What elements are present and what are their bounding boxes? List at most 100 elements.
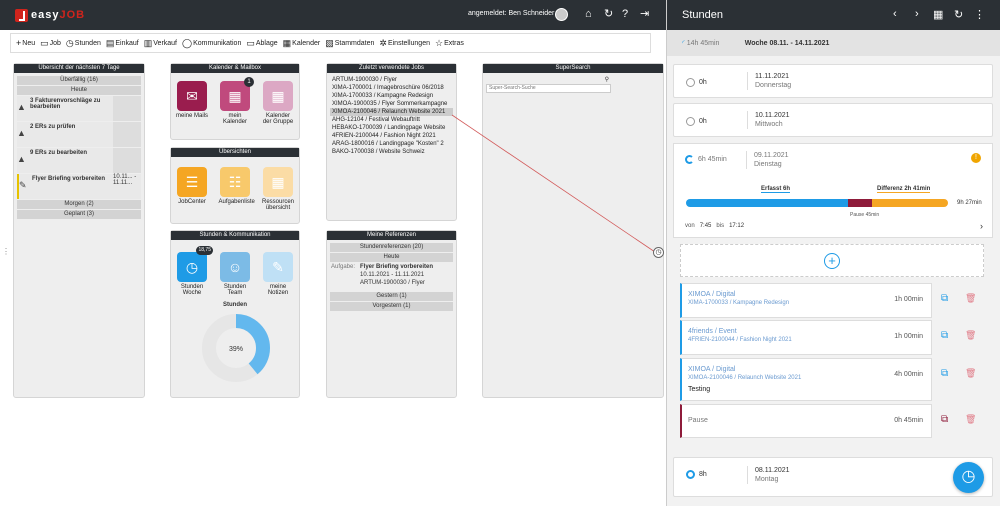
clock-icon: ◷ xyxy=(65,37,74,48)
time-to[interactable]: 17:12 xyxy=(729,223,744,229)
recent-job-item[interactable]: XIMA-1700033 / Kampagne Redesign xyxy=(330,92,453,100)
drag-handle-icon[interactable]: ⋮ xyxy=(2,247,10,256)
time-entry[interactable]: 4friends / Event 4FRIEN-2100044 / Fashion… xyxy=(680,320,932,355)
trash-icon[interactable]: 🗑 xyxy=(965,414,976,425)
day-before-row[interactable]: Vorgestern (1) xyxy=(330,302,453,311)
copy-icon[interactable]: ⧉ xyxy=(941,330,948,341)
copy-icon[interactable]: ⧉ xyxy=(941,368,948,379)
entry-duration: 1h 00min xyxy=(894,333,923,340)
recent-job-item[interactable]: BAKO-1700038 / Website Schweiz xyxy=(330,148,453,156)
supersearch-input[interactable] xyxy=(486,83,611,93)
toolbar-neu-button[interactable]: + Neu xyxy=(16,38,35,48)
refresh-icon[interactable]: ↻ xyxy=(604,8,613,21)
yesterday-row[interactable]: Gestern (1) xyxy=(330,292,453,301)
trash-icon[interactable]: 🗑 xyxy=(965,368,976,379)
stopwatch-icon: ◷ xyxy=(961,468,976,485)
logout-icon[interactable]: ⇥ xyxy=(640,8,649,21)
tasklist-tile[interactable]: ☷ Aufgabenliste xyxy=(219,167,255,211)
day-date: 09.11.2021 xyxy=(754,152,789,159)
toolbar-einkauf-button[interactable]: ▤ Einkauf xyxy=(106,38,139,49)
tomorrow-row[interactable]: Morgen (2) xyxy=(17,200,141,209)
week-range: Woche 08.11. - 14.11.2021 xyxy=(744,39,830,47)
references-title: Meine Referenzen xyxy=(327,231,456,240)
notes-tile[interactable]: ✎ meine Notizen xyxy=(262,252,295,296)
time-entry[interactable]: XIMOA / Digital XIMOA-2100046 / Relaunch … xyxy=(680,358,932,401)
progress-icon: ◜ xyxy=(682,40,685,47)
recent-job-item[interactable]: XIMOA-1900035 / Flyer Sommerkampagne xyxy=(330,100,453,108)
reference-task[interactable]: Aufgabe: Flyer Briefing vorbereiten 10.1… xyxy=(330,263,453,291)
recent-job-item[interactable]: ARAG-1800016 / Landingpage "Kosten" 2 xyxy=(330,140,453,148)
logo-text-suffix: JOB xyxy=(59,9,86,21)
home-icon[interactable]: ⌂ xyxy=(585,8,592,21)
overdue-row[interactable]: Überfällig (16) xyxy=(17,76,141,85)
today-row[interactable]: Heute xyxy=(17,86,141,95)
recent-job-item[interactable]: XIMOA-2100046 / Relaunch Website 2021 xyxy=(330,108,453,116)
toolbar-kalender-button[interactable]: ▦ Kalender xyxy=(283,38,321,49)
logo[interactable]: easyJOB xyxy=(15,8,85,22)
time-from[interactable]: 7:45 xyxy=(700,223,712,229)
ref-today-row[interactable]: Heute xyxy=(330,253,453,262)
recent-job-item[interactable]: XIMA-1700001 / Imagebroschüre 06/2018 xyxy=(330,84,453,92)
stopwatch-button[interactable]: ◷ xyxy=(953,462,984,493)
planned-row[interactable]: Geplant (3) xyxy=(17,210,141,219)
toolbar-label: Ablage xyxy=(255,39,278,47)
sidebar-clock-icon[interactable]: ◷ xyxy=(653,247,664,258)
toolbar-einstellungen-button[interactable]: ✲ Einstellungen xyxy=(379,38,430,49)
top-bar: easyJOB angemeldet: Ben Schneider ⌂ ↻ ? … xyxy=(0,0,666,30)
calendar-icon[interactable]: ▦ xyxy=(933,8,943,21)
hours-team-tile[interactable]: ☺ Stunden Team xyxy=(219,252,252,296)
day-card[interactable]: 8h 08.11.2021 Montag xyxy=(673,457,993,497)
day-card[interactable]: 0h 10.11.2021 Mittwoch xyxy=(673,103,993,137)
mail-tile[interactable]: ✉ meine Mails xyxy=(176,81,209,125)
warning-icon[interactable]: ! xyxy=(971,153,981,163)
references-widget: Meine Referenzen Stundenreferenzen (20) … xyxy=(326,230,457,398)
status-circle-icon xyxy=(686,470,695,479)
more-icon[interactable]: ⋮ xyxy=(974,8,985,21)
resources-tile[interactable]: ▦ Ressourcen übersicht xyxy=(262,167,295,211)
copy-icon[interactable]: ⧉ xyxy=(941,293,948,304)
chevron-left-icon[interactable]: ‹ xyxy=(893,8,897,20)
day-date: 10.11.2021 xyxy=(755,112,790,119)
search-icon[interactable]: ⚲ xyxy=(605,76,609,83)
avatar[interactable] xyxy=(555,8,568,21)
trash-icon[interactable]: 🗑 xyxy=(965,293,976,304)
toolbar-ablage-button[interactable]: ▭ Ablage xyxy=(246,38,277,49)
task-item[interactable]: ▲ 3 Fakturenvorschläge zu bearbeiten xyxy=(17,96,141,121)
toolbar-stammdaten-button[interactable]: ▧ Stammdaten xyxy=(325,38,374,49)
entry-job: 4FRIEN-2100044 / Fashion Night 2021 xyxy=(688,337,792,343)
team-icon: ☺ xyxy=(220,252,250,282)
toolbar-kommunikation-button[interactable]: ◯ Kommunikation xyxy=(182,38,241,49)
task-title: 9 ERs zu bearbeiten xyxy=(30,150,88,156)
tile-label: Kalender der Gruppe xyxy=(262,113,294,125)
recent-job-item[interactable]: ARTUM-1900030 / Flyer xyxy=(330,76,453,84)
add-entry-button[interactable]: + xyxy=(680,244,984,277)
hours-week-tile[interactable]: ◷ 18,75 Stunden Woche xyxy=(176,246,213,296)
tile-label: meine Notizen xyxy=(267,284,289,296)
task-item[interactable]: ✎ Flyer Briefing vorbereiten 10.11... - 11… xyxy=(17,174,141,199)
recent-job-item[interactable]: HEBAKO-1700039 / Landingpage Website xyxy=(330,124,453,132)
task-item[interactable]: ▲ 2 ERs zu prüfen xyxy=(17,122,141,147)
time-entry[interactable]: XIMOA / Digital XIMA-1700033 / Kampagne R… xyxy=(680,283,932,318)
toolbar-stunden-button[interactable]: ◷ Stunden xyxy=(66,38,101,49)
hours-refs-row[interactable]: Stundenreferenzen (20) xyxy=(330,243,453,252)
clock-icon: ◷ 18,75 xyxy=(177,246,213,282)
chevron-right-icon[interactable]: › xyxy=(980,221,983,231)
my-calendar-tile[interactable]: ▦ 1 mein Kalender xyxy=(219,77,254,125)
recent-job-item[interactable]: 4FRIEN-2100044 / Fashion Night 2021 xyxy=(330,132,453,140)
task-item[interactable]: ▲ 9 ERs zu bearbeiten xyxy=(17,148,141,173)
day-card[interactable]: 0h 11.11.2021 Donnerstag xyxy=(673,64,993,98)
toolbar-verkauf-button[interactable]: ▥ Verkauf xyxy=(144,38,177,49)
jobcenter-tile[interactable]: ☰ JobCenter xyxy=(176,167,209,211)
time-entry[interactable]: Pause 0h 45min xyxy=(680,404,932,438)
chevron-right-icon[interactable]: › xyxy=(915,8,919,20)
copy-icon[interactable]: ⧉ xyxy=(941,414,948,425)
help-icon[interactable]: ? xyxy=(622,8,628,21)
toolbar-extras-button[interactable]: ☆ Extras xyxy=(435,38,464,49)
toolbar-job-button[interactable]: ▭ Job xyxy=(40,38,61,49)
refresh-icon[interactable]: ↻ xyxy=(954,8,963,21)
recent-job-item[interactable]: AHG-12104 / Festival Webauftritt xyxy=(330,116,453,124)
trash-icon[interactable]: 🗑 xyxy=(965,330,976,341)
document-icon: ▲ xyxy=(17,102,26,112)
toolbar-label: Stammdaten xyxy=(334,39,375,47)
group-calendar-tile[interactable]: ▦ Kalender der Gruppe xyxy=(262,81,295,125)
